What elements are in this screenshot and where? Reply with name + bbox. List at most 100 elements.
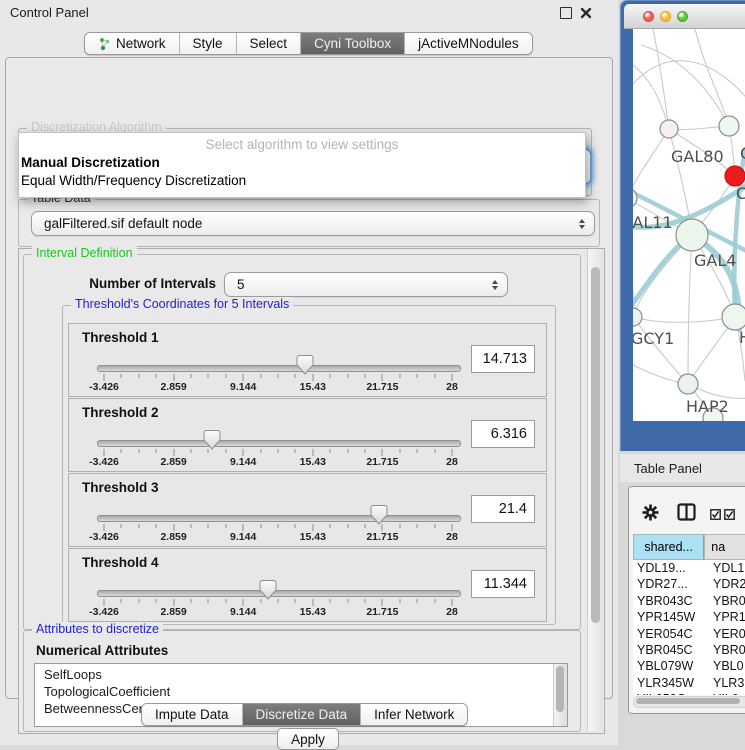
slider-tick [382,374,383,381]
network-icon [98,37,111,51]
slider-tick [104,449,105,456]
table-row[interactable]: YDR27...YDR2 [633,576,745,592]
slider-tick [434,524,435,528]
split-columns-icon[interactable] [677,503,696,526]
tab-cyni-toolbox[interactable]: Cyni Toolbox [300,33,404,54]
slider-tick-label: -3.426 [89,381,119,393]
close-traffic-light-icon[interactable] [643,11,654,22]
number-of-intervals-combobox[interactable]: 5 [224,272,508,297]
slider-tick [330,599,331,603]
slider-tick-label: -3.426 [89,606,119,618]
settings-scrollbar[interactable] [587,249,603,731]
table-row[interactable]: YBR045CYBR0 [633,642,745,658]
table-panel-title: Table Panel [634,461,702,476]
table-row[interactable]: YIL052CYIL0 [633,691,745,695]
slider-thumb[interactable] [370,505,387,525]
bottom-tab-discretize-data[interactable]: Discretize Data [242,704,361,725]
cell-name: YLR3 [706,675,744,691]
table-row[interactable]: YLR345WYLR3 [633,675,745,691]
dropdown-option-manual-discretization[interactable]: Manual Discretization [21,155,160,170]
table-row[interactable]: YBR043CYBR0 [633,593,745,609]
interval-definition-group-title: Interval Definition [32,246,137,260]
slider-tick [365,449,366,453]
network-edge[interactable] [688,235,692,384]
threshold-value-input[interactable] [471,420,535,448]
network-edge[interactable] [641,45,729,126]
cell-name: YDL1 [706,560,744,576]
table-row[interactable]: YBL079WYBL0 [633,658,745,674]
slider-tick [365,524,366,528]
threshold-value-input[interactable] [471,570,535,598]
list-scrollbar-thumb[interactable] [556,666,564,712]
slider-thumb[interactable] [296,355,313,375]
slider-tick [399,449,400,453]
tab-jactivemnodules[interactable]: jActiveMNodules [404,33,532,54]
checkbox-checked-icon[interactable] [724,507,735,525]
network-edge[interactable] [633,61,745,111]
table-hscroll-thumb[interactable] [636,698,740,704]
slider-thumb[interactable] [203,430,220,450]
slider-tick [243,599,244,606]
network-node-node-red[interactable] [725,166,745,186]
column-header-shared-name[interactable]: shared... [633,534,704,560]
tab-label: Select [250,36,288,51]
network-edge[interactable] [695,29,729,126]
attribute-item[interactable]: SelfLoops [44,666,567,683]
threshold-value-input[interactable] [471,495,535,523]
checkbox-checked-icon[interactable] [710,507,721,525]
network-edge[interactable] [653,29,669,129]
slider-tick [399,374,400,378]
slider-tick [191,449,192,453]
slider-tick [191,374,192,378]
network-node-node-right-mid[interactable] [722,304,745,330]
network-edge[interactable] [633,317,735,322]
table-row[interactable]: YPR145WYPR1 [633,609,745,625]
close-window-icon[interactable] [580,7,592,19]
network-node-node-top-right[interactable] [719,116,739,136]
slider-tick [208,524,209,528]
apply-button[interactable]: Apply [277,728,339,750]
network-window-titlebar [624,4,745,29]
slider-tick [434,374,435,378]
network-node-gal11[interactable] [633,188,637,208]
network-node-gal80[interactable] [660,120,678,138]
number-of-intervals-value: 5 [237,277,245,292]
bottom-tab-infer-network[interactable]: Infer Network [360,704,467,725]
minimize-traffic-light-icon[interactable] [660,11,671,22]
slider-thumb[interactable] [259,580,276,600]
slider-tick [156,524,157,528]
network-node-gal4[interactable] [676,219,708,251]
slider-tick-label: 28 [446,606,458,618]
tab-label: Discretize Data [256,707,348,722]
network-edge[interactable] [633,129,669,198]
threshold-value-input[interactable] [471,345,535,373]
threshold-panel-2: Threshold 2-3.4262.8599.14415.4321.71528 [68,398,547,472]
network-canvas[interactable]: GAL80GACGAL11GAL4GCY1HHAP2 [633,29,745,421]
network-edge[interactable] [633,317,688,384]
network-node-gcy1[interactable] [633,308,642,326]
bottom-tab-impute-data[interactable]: Impute Data [142,704,242,725]
table-data-combobox[interactable]: galFiltered.sif default node [31,211,595,236]
table-horizontal-scrollbar[interactable] [633,696,745,708]
attribute-item[interactable]: TopologicalCoefficient [44,683,567,700]
table-data-group: Table Data galFiltered.sif default node [18,199,600,247]
settings-scrollbar-thumb[interactable] [591,267,600,623]
dropdown-option-equal-width-frequency[interactable]: Equal Width/Frequency Discretization [21,173,246,188]
list-scrollbar[interactable] [553,664,567,726]
slider-tick [417,374,418,378]
tab-network[interactable]: Network [85,33,179,54]
table-row[interactable]: YDL19...YDL1 [633,560,745,576]
node-label-node-red: C [736,184,745,203]
slider-tick [312,374,313,381]
tab-style[interactable]: Style [179,33,236,54]
column-header-name[interactable]: na [704,534,745,560]
float-window-icon[interactable] [560,7,572,19]
slider-tick [243,374,244,381]
network-node-hap2[interactable] [678,374,698,394]
tab-label: Network [116,36,166,51]
tab-select[interactable]: Select [236,33,301,54]
tab-label: Cyni Toolbox [314,36,391,51]
gear-icon[interactable] [642,504,659,526]
zoom-traffic-light-icon[interactable] [677,11,688,22]
table-row[interactable]: YER054CYER0 [633,626,745,642]
